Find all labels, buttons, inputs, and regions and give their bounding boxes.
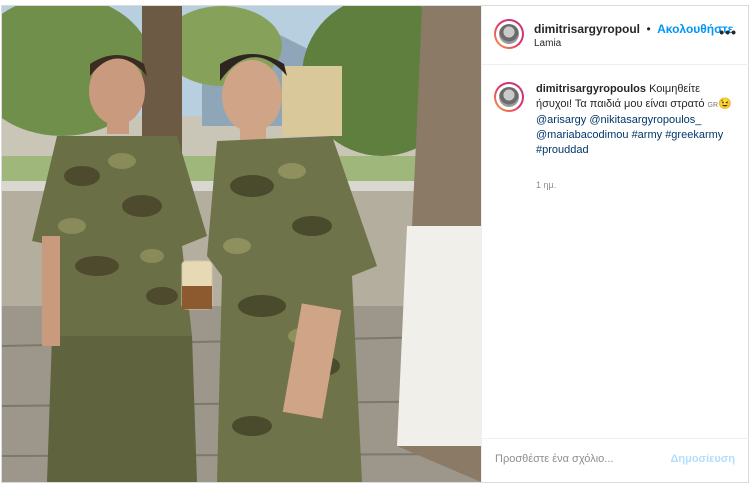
more-options-icon[interactable]: ••• [719,24,737,40]
header-username[interactable]: dimitrisargyropoul [534,22,640,36]
avatar-image [496,21,522,47]
wink-emoji: 😉 [718,98,732,110]
mention-link[interactable]: @mariabacodimou [536,129,629,141]
soldiers-photo [2,6,481,482]
flag-gr: GR [707,102,719,109]
mention-link[interactable]: @nikitasargyropoulos_ [589,114,701,126]
comment-input[interactable]: Προσθέστε ένα σχόλιο... [495,453,613,465]
separator-dot: • [646,22,651,36]
add-comment-bar: Προσθέστε ένα σχόλιο... Δημοσίευση [482,438,749,483]
post-timestamp[interactable]: 1 ημ. [536,180,556,190]
location-link[interactable]: Lamia [534,38,561,49]
caption-text: dimitrisargyropoulos Κοιμηθείτε ήσυχοι! … [536,82,736,158]
author-avatar[interactable] [494,19,524,49]
hashtag-link[interactable]: #army [632,129,663,141]
hashtag-link[interactable]: #prouddad [536,144,589,156]
mention-link[interactable]: @arisargy [536,114,586,126]
instagram-post: dimitrisargyropoul • Ακολουθήστε Lamia •… [1,5,749,483]
post-header: dimitrisargyropoul • Ακολουθήστε Lamia •… [482,6,749,65]
hashtag-link[interactable]: #greekarmy [665,129,723,141]
avatar-image [496,84,522,110]
post-comment-button[interactable]: Δημοσίευση [670,453,735,465]
post-photo[interactable] [2,6,481,482]
caption-avatar[interactable] [494,82,524,112]
caption-username[interactable]: dimitrisargyropoulos [536,83,646,95]
header-title-line: dimitrisargyropoul • Ακολουθήστε [534,20,733,38]
post-side-panel: dimitrisargyropoul • Ακολουθήστε Lamia •… [481,6,749,482]
